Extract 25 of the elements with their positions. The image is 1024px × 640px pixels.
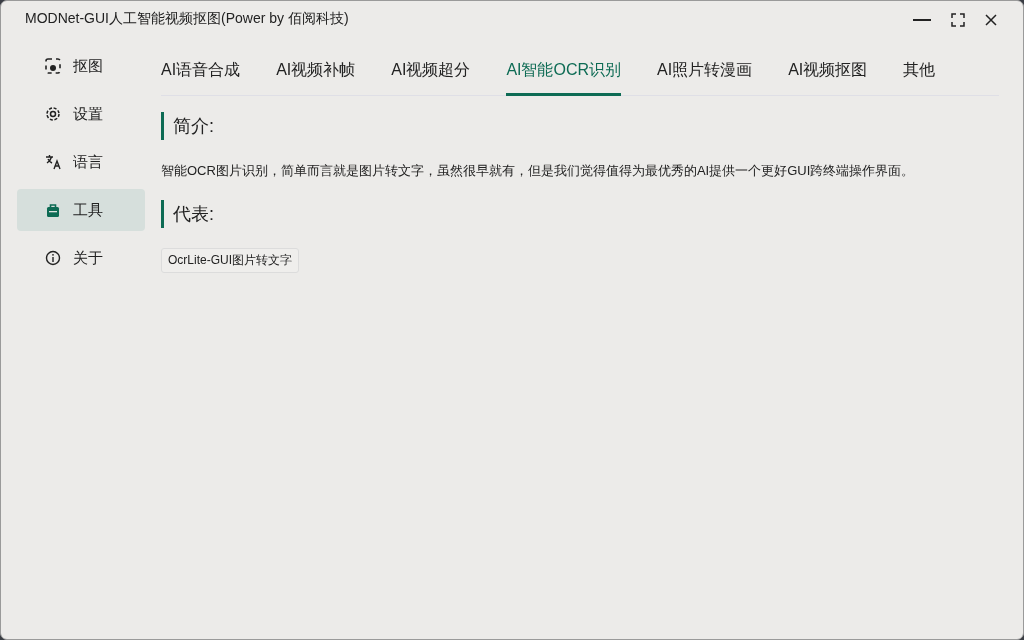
tab[interactable]: 其他 xyxy=(903,45,936,96)
tab[interactable]: AI视频抠图 xyxy=(788,45,868,96)
tab[interactable]: AI照片转漫画 xyxy=(657,45,753,96)
tab[interactable]: AI语音合成 xyxy=(161,45,241,96)
sidebar-item[interactable]: 关于 xyxy=(17,237,145,279)
minimize-icon[interactable] xyxy=(913,18,931,22)
translate-icon xyxy=(45,154,61,170)
close-icon[interactable] xyxy=(985,14,997,26)
tab[interactable]: AI视频超分 xyxy=(391,45,471,96)
section-heading: 简介: xyxy=(161,112,999,140)
sidebar-item[interactable]: 抠图 xyxy=(17,45,145,87)
tab[interactable]: AI智能OCR识别 xyxy=(506,45,622,96)
settings-icon xyxy=(45,106,61,122)
section-heading: 代表: xyxy=(161,200,999,228)
window-title: MODNet-GUI人工智能视频抠图(Power by 佰阅科技) xyxy=(25,10,349,28)
tag-link[interactable]: OcrLite-GUI图片转文字 xyxy=(161,248,299,273)
info-icon xyxy=(45,250,61,266)
sidebar-item[interactable]: 工具 xyxy=(17,189,145,231)
maximize-icon[interactable] xyxy=(951,13,965,27)
briefcase-icon xyxy=(45,202,61,218)
description-text: 智能OCR图片识别，简单而言就是图片转文字，虽然很早就有，但是我们觉得值得为最优秀的AI提供一个更好GUI跨终端操作界面。 xyxy=(161,162,916,180)
sidebar-item[interactable]: 设置 xyxy=(17,93,145,135)
tab[interactable]: AI视频补帧 xyxy=(276,45,356,96)
sidebar-item[interactable]: 语言 xyxy=(17,141,145,183)
image-crop-icon xyxy=(45,58,61,74)
